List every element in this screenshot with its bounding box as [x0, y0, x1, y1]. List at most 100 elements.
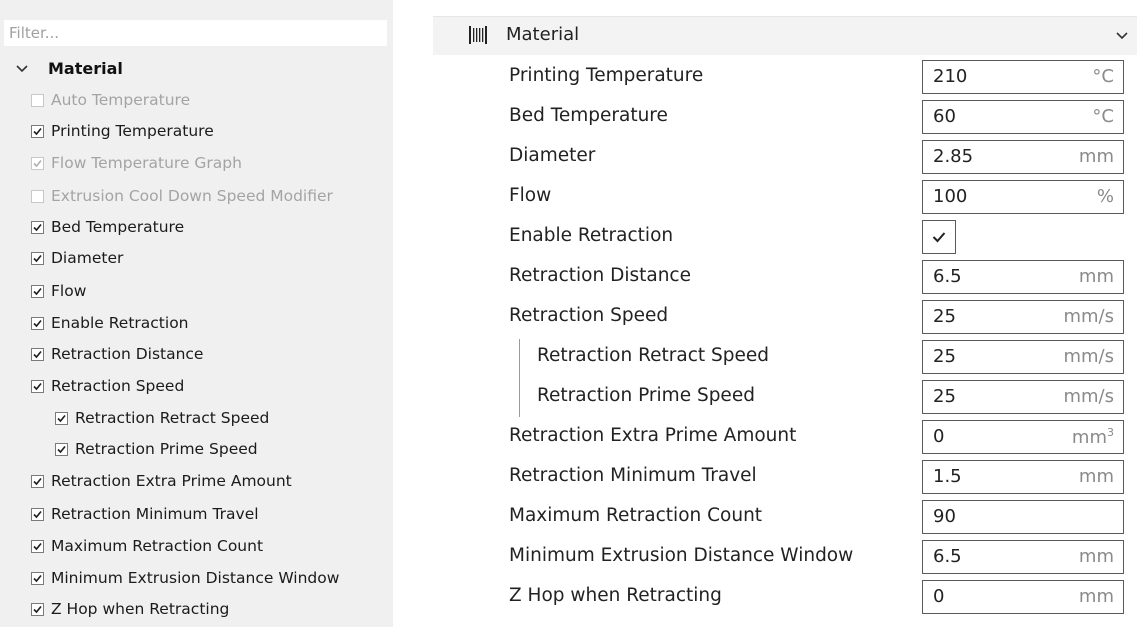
tree-item-extrusion-cool-down[interactable]: Extrusion Cool Down Speed Modifier	[31, 184, 333, 208]
value-input[interactable]: 25 mm/s	[922, 340, 1124, 374]
tree-item-retraction-minimum-travel[interactable]: Retraction Minimum Travel	[31, 502, 259, 526]
value-input[interactable]: 25 mm/s	[922, 300, 1124, 334]
value-text: 25	[933, 306, 956, 327]
setting-label: Printing Temperature	[509, 65, 704, 86]
setting-retraction-prime-speed: Retraction Prime Speed 25 mm/s	[433, 379, 1137, 414]
unit-label: mm/s	[1063, 386, 1114, 407]
unit-label: °C	[1092, 106, 1114, 127]
unit-label: mm	[1078, 546, 1114, 567]
checkbox[interactable]	[31, 379, 44, 393]
value-input[interactable]: 210 °C	[922, 60, 1124, 94]
value-input[interactable]: 1.5 mm	[922, 460, 1124, 494]
setting-label: Retraction Prime Speed	[537, 385, 755, 406]
checkbox[interactable]	[31, 539, 44, 553]
value-input[interactable]: 2.85 mm	[922, 140, 1124, 174]
tree-item-retraction-extra-prime[interactable]: Retraction Extra Prime Amount	[31, 469, 292, 493]
unit-label: %	[1096, 186, 1114, 207]
tree-item-label: Minimum Extrusion Distance Window	[51, 569, 340, 587]
tree-item-label: Auto Temperature	[51, 91, 191, 109]
value-text: 6.5	[933, 266, 962, 287]
tree-item-maximum-retraction-count[interactable]: Maximum Retraction Count	[31, 534, 263, 558]
checkbox[interactable]	[31, 474, 44, 488]
enable-retraction-checkbox[interactable]	[922, 220, 956, 254]
checkbox[interactable]	[31, 93, 44, 107]
setting-label: Maximum Retraction Count	[509, 505, 763, 526]
tree-item-minimum-extrusion-distance[interactable]: Minimum Extrusion Distance Window	[31, 566, 339, 590]
setting-visibility-panel: Material Auto Temperature Printing Tempe…	[0, 0, 393, 627]
tree-item-retraction-speed[interactable]: Retraction Speed	[31, 374, 184, 398]
section-title: Material	[506, 24, 580, 45]
tree-item-enable-retraction[interactable]: Enable Retraction	[31, 311, 189, 335]
checkmark-icon	[932, 232, 946, 243]
tree-category-material[interactable]: Material	[14, 56, 123, 80]
checkbox[interactable]	[31, 571, 44, 585]
value-text: 0	[933, 586, 945, 607]
setting-minimum-extrusion-distance-window: Minimum Extrusion Distance Window 6.5 mm	[433, 539, 1137, 574]
value-input[interactable]: 25 mm/s	[922, 380, 1124, 414]
tree-item-bed-temperature[interactable]: Bed Temperature	[31, 215, 184, 239]
checkbox[interactable]	[31, 507, 44, 521]
tree-item-label: Retraction Minimum Travel	[51, 505, 259, 523]
setting-retraction-distance: Retraction Distance 6.5 mm	[433, 259, 1137, 294]
setting-label: Enable Retraction	[509, 225, 674, 246]
tree-item-label: Extrusion Cool Down Speed Modifier	[51, 187, 333, 205]
tree-item-retraction-distance[interactable]: Retraction Distance	[31, 342, 203, 366]
material-section-header[interactable]: Material	[433, 16, 1137, 55]
setting-z-hop-when-retracting: Z Hop when Retracting 0 mm	[433, 579, 1137, 614]
tree-item-label: Printing Temperature	[51, 122, 214, 140]
checkbox[interactable]	[31, 156, 44, 170]
value-text: 2.85	[933, 146, 974, 167]
value-input[interactable]: 100 %	[922, 180, 1124, 214]
tree-item-auto-temperature[interactable]: Auto Temperature	[31, 88, 190, 112]
checkbox[interactable]	[31, 220, 44, 234]
setting-diameter: Diameter 2.85 mm	[433, 139, 1137, 174]
unit-label: mm/s	[1063, 306, 1114, 327]
value-text: 90	[933, 506, 956, 527]
tree-item-flow[interactable]: Flow	[31, 279, 86, 303]
value-input[interactable]: 60 °C	[922, 100, 1124, 134]
unit-label: mm	[1078, 146, 1114, 167]
unit-label: mm	[1078, 466, 1114, 487]
setting-label: Flow	[509, 185, 552, 206]
tree-item-label: Diameter	[51, 249, 124, 267]
unit-label: mm/s	[1063, 346, 1114, 367]
setting-label: Retraction Distance	[509, 265, 691, 286]
chevron-down-icon[interactable]	[14, 60, 30, 76]
value-input[interactable]: 6.5 mm	[922, 260, 1124, 294]
checkbox[interactable]	[31, 316, 44, 330]
filter-input[interactable]	[4, 20, 387, 46]
checkbox[interactable]	[55, 411, 68, 425]
setting-label: Retraction Extra Prime Amount	[509, 425, 797, 446]
setting-label: Retraction Retract Speed	[537, 345, 769, 366]
tree-item-label: Retraction Distance	[51, 345, 204, 363]
checkbox[interactable]	[31, 251, 44, 265]
tree-item-label: Maximum Retraction Count	[51, 537, 264, 555]
value-text: 25	[933, 386, 956, 407]
tree-item-flow-temperature-graph[interactable]: Flow Temperature Graph	[31, 151, 242, 175]
tree-item-label: Bed Temperature	[51, 218, 185, 236]
setting-label: Minimum Extrusion Distance Window	[509, 545, 854, 566]
setting-label: Retraction Speed	[509, 305, 669, 326]
value-text: 0	[933, 426, 945, 447]
value-input[interactable]: 90	[922, 500, 1124, 534]
tree-item-retraction-prime-speed[interactable]: Retraction Prime Speed	[55, 437, 258, 461]
checkbox[interactable]	[31, 124, 44, 138]
checkbox[interactable]	[31, 284, 44, 298]
setting-enable-retraction: Enable Retraction	[433, 219, 1137, 254]
value-input[interactable]: 6.5 mm	[922, 540, 1124, 574]
checkbox[interactable]	[31, 602, 44, 616]
setting-printing-temperature: Printing Temperature 210 °C	[433, 59, 1137, 94]
checkbox[interactable]	[31, 347, 44, 361]
chevron-down-icon[interactable]	[1115, 30, 1129, 42]
checkbox[interactable]	[31, 189, 44, 203]
tree-item-printing-temperature[interactable]: Printing Temperature	[31, 119, 214, 143]
tree-item-label: Enable Retraction	[51, 314, 189, 332]
tree-item-z-hop[interactable]: Z Hop when Retracting	[31, 597, 229, 621]
tree-item-retraction-retract-speed[interactable]: Retraction Retract Speed	[55, 406, 269, 430]
value-input[interactable]: 0 mm	[922, 580, 1124, 614]
value-input[interactable]: 0 mm3	[922, 420, 1124, 454]
checkbox[interactable]	[55, 442, 68, 456]
material-settings-panel: Material Printing Temperature 210 °C Bed…	[433, 0, 1137, 627]
tree-item-diameter[interactable]: Diameter	[31, 246, 123, 270]
value-text: 1.5	[933, 466, 962, 487]
